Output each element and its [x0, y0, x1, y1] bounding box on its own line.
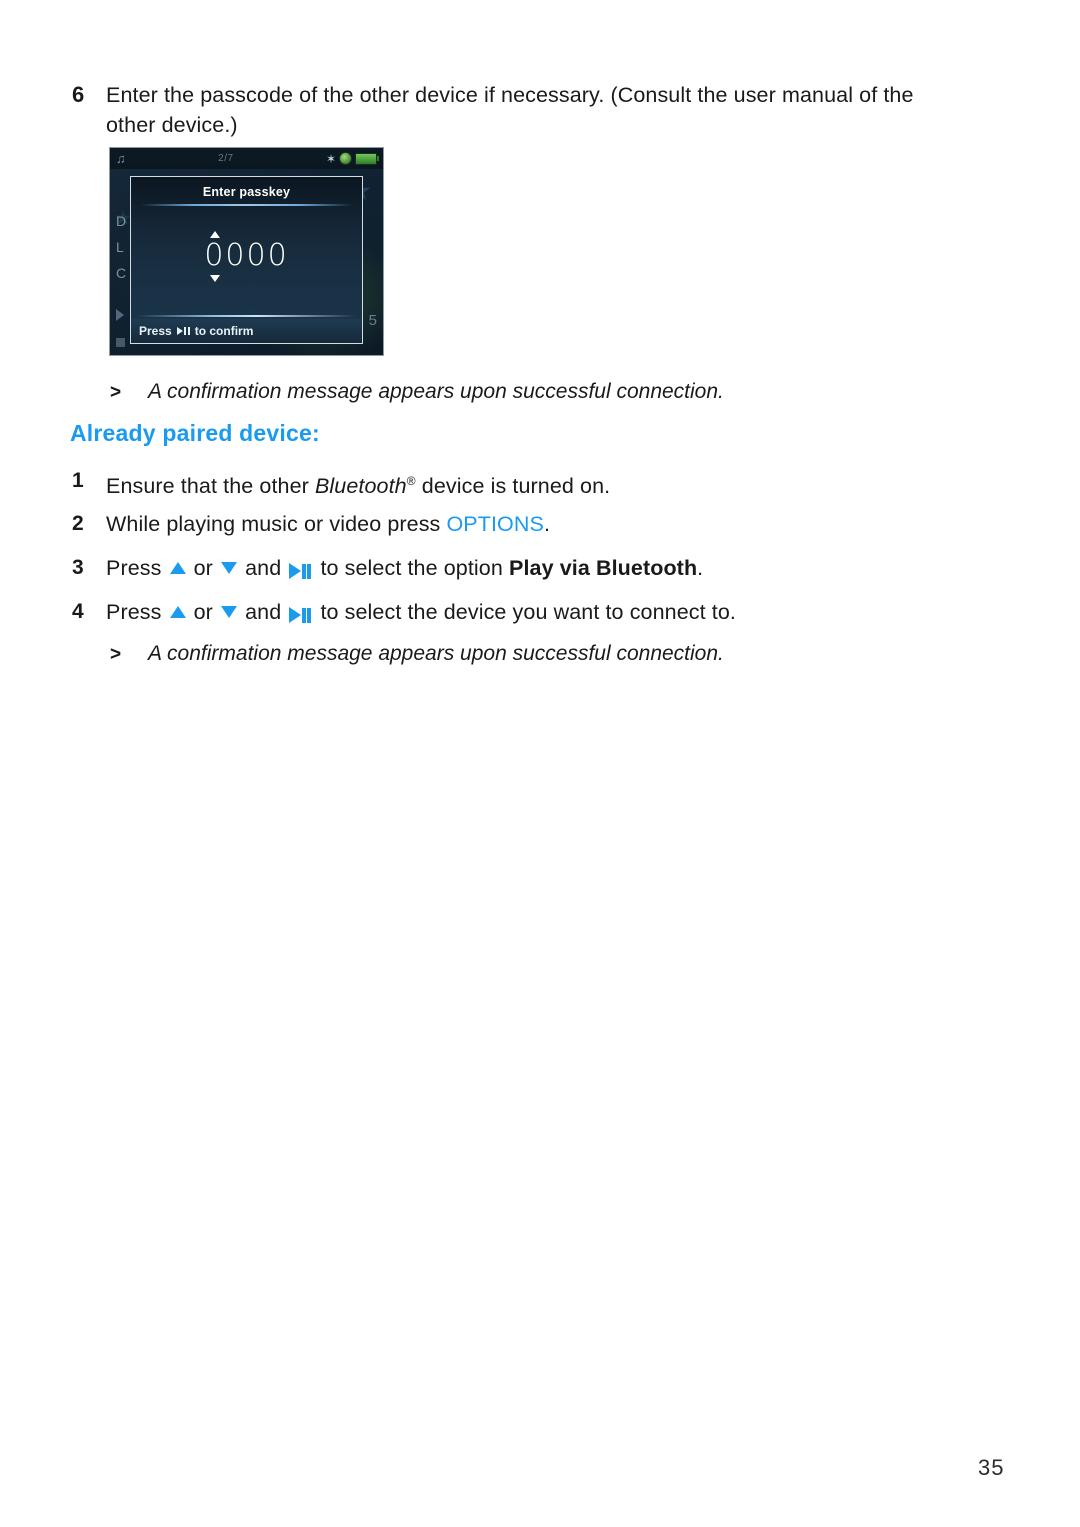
- arrow-up-icon[interactable]: [210, 231, 221, 238]
- step-4-number: 4: [72, 600, 84, 623]
- step-2: 2 While playing music or video press OPT…: [72, 509, 972, 539]
- result-text-2: A confirmation message appears upon succ…: [148, 642, 724, 665]
- step-3-tail-prefix: to select the option: [320, 556, 509, 580]
- step-3-or-label: or: [193, 556, 213, 580]
- step-1-number: 1: [72, 469, 84, 492]
- step-2-number: 2: [72, 512, 84, 535]
- passkey-stepper[interactable]: 0000: [204, 231, 289, 282]
- device-status-bar: ♫ 2/7 ✶: [110, 148, 383, 169]
- step-6: 6 Enter the passcode of the other device…: [72, 80, 972, 140]
- dialog-title-divider: [141, 204, 352, 206]
- result-line-1: > A confirmation message appears upon su…: [110, 378, 930, 406]
- result-caret-1: >: [110, 382, 122, 403]
- step-3-number: 3: [72, 556, 84, 579]
- options-key-label: OPTIONS: [446, 512, 544, 536]
- passkey-value: 0000: [204, 238, 289, 273]
- dialog-footer-prefix: Press: [139, 324, 172, 338]
- step-6-text: Enter the passcode of the other device i…: [106, 83, 914, 137]
- step-2-prefix: While playing music or video press: [106, 512, 447, 536]
- background-menu-item-1: D: [116, 213, 127, 229]
- page-number: 35: [978, 1455, 1005, 1480]
- passkey-field[interactable]: 0000: [131, 231, 362, 282]
- step-4-tail-prefix: to select the device you want to connect…: [320, 600, 736, 624]
- step-1: 1 Ensure that the other Bluetooth® devic…: [72, 466, 972, 501]
- up-arrow-icon: [169, 562, 186, 574]
- device-screenshot-figure: D L C 5 ♫ 2/7 ✶ Enter passkey 0000 Press…: [110, 148, 383, 355]
- section-heading: Already paired device:: [70, 420, 320, 446]
- manual-page: 6 Enter the passcode of the other device…: [0, 0, 1080, 1527]
- bluetooth-icon: ✶: [325, 151, 336, 166]
- step-4: 4 Press or and to select the device you …: [72, 597, 972, 629]
- step-4-or-label: or: [193, 600, 213, 624]
- dialog-footer-divider: [137, 315, 356, 317]
- play-via-bluetooth-option: Play via Bluetooth: [509, 556, 698, 580]
- background-menu-list: D L C: [116, 208, 126, 286]
- up-arrow-icon: [169, 606, 186, 618]
- track-indicator: 2/7: [218, 153, 234, 164]
- step-1-prefix: Ensure that the other: [106, 474, 315, 499]
- down-arrow-icon: [221, 606, 238, 618]
- step-3-suffix: .: [697, 556, 704, 580]
- enter-passkey-dialog: Enter passkey 0000 Press to confirm: [130, 176, 363, 344]
- step-1-text: Ensure that the other Bluetooth® device …: [106, 466, 610, 501]
- play-pause-icon: [289, 599, 312, 629]
- result-text-1: A confirmation message appears upon succ…: [148, 380, 724, 403]
- background-menu-item-3: C: [116, 265, 127, 281]
- step-2-text: While playing music or video press OPTIO…: [106, 509, 550, 539]
- play-pause-icon: [176, 327, 190, 335]
- result-line-2: > A confirmation message appears upon su…: [110, 640, 930, 668]
- registered-mark: ®: [406, 474, 416, 488]
- background-play-icon: [116, 309, 124, 321]
- dialog-footer-suffix: to confirm: [194, 324, 254, 338]
- background-square-icon: [116, 338, 125, 347]
- step-3-text: Press or and to select the option Play v…: [106, 553, 703, 585]
- step-1-suffix: device is turned on.: [415, 474, 611, 499]
- background-menu-item-2: L: [116, 239, 124, 255]
- dialog-title: Enter passkey: [202, 185, 291, 199]
- music-note-icon: ♫: [116, 151, 126, 166]
- step-4-and-label: and: [245, 600, 282, 624]
- battery-icon: [355, 152, 379, 165]
- down-arrow-icon: [221, 562, 238, 574]
- step-3: 3 Press or and to select the option Play…: [72, 553, 972, 585]
- arrow-down-icon[interactable]: [210, 275, 221, 282]
- play-pause-icon: [289, 555, 312, 585]
- dialog-footer: Press to confirm: [131, 319, 362, 343]
- step-2-suffix: .: [543, 512, 551, 536]
- step-6-number: 6: [72, 82, 85, 107]
- result-caret-2: >: [110, 644, 122, 665]
- step-1-italic: Bluetooth: [314, 474, 407, 499]
- step-3-and-label: and: [245, 556, 282, 580]
- background-right-text: 5: [368, 312, 377, 329]
- step-3-press-label: Press: [106, 556, 162, 580]
- status-icon-group: ✶: [325, 151, 379, 166]
- step-4-text: Press or and to select the device you wa…: [106, 597, 736, 629]
- shield-icon: [340, 153, 351, 164]
- step-4-press-label: Press: [106, 600, 162, 624]
